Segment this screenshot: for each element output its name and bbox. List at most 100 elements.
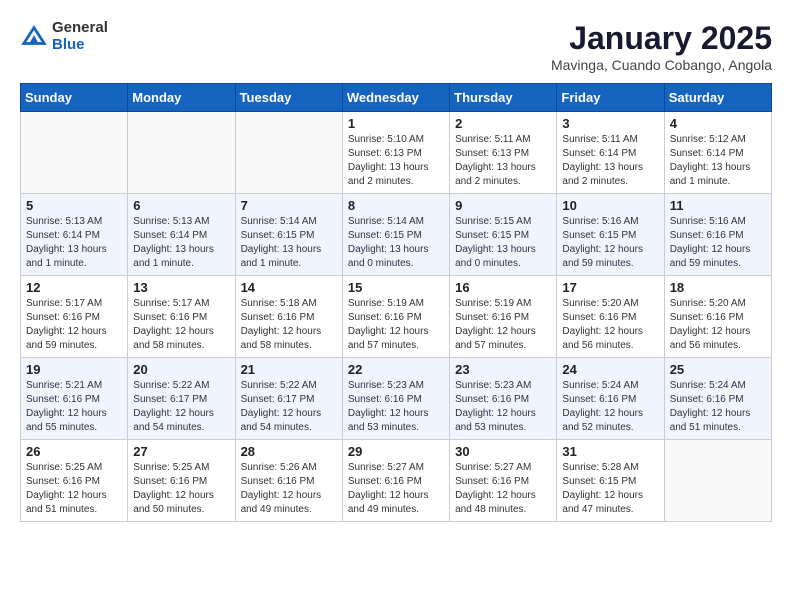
day-info: Sunrise: 5:17 AMSunset: 6:16 PMDaylight:…: [133, 297, 229, 353]
weekday-header-thursday: Thursday: [450, 84, 557, 112]
calendar-day-cell: [235, 112, 342, 194]
location-text: Mavinga, Cuando Cobango, Angola: [551, 57, 772, 73]
calendar-day-cell: 29 Sunrise: 5:27 AMSunset: 6:16 PMDayligh…: [342, 440, 449, 522]
day-number: 5: [26, 198, 122, 213]
month-title: January 2025: [551, 20, 772, 57]
weekday-header-tuesday: Tuesday: [235, 84, 342, 112]
day-info: Sunrise: 5:15 AMSunset: 6:15 PMDaylight:…: [455, 215, 551, 271]
logo-general-text: General: [52, 20, 108, 37]
day-info: Sunrise: 5:13 AMSunset: 6:14 PMDaylight:…: [26, 215, 122, 271]
calendar-day-cell: 22 Sunrise: 5:23 AMSunset: 6:16 PMDayligh…: [342, 358, 449, 440]
calendar-day-cell: 8 Sunrise: 5:14 AMSunset: 6:15 PMDaylight…: [342, 194, 449, 276]
calendar-day-cell: 24 Sunrise: 5:24 AMSunset: 6:16 PMDayligh…: [557, 358, 664, 440]
day-info: Sunrise: 5:21 AMSunset: 6:16 PMDaylight:…: [26, 379, 122, 435]
day-info: Sunrise: 5:25 AMSunset: 6:16 PMDaylight:…: [26, 461, 122, 517]
calendar-day-cell: 20 Sunrise: 5:22 AMSunset: 6:17 PMDayligh…: [128, 358, 235, 440]
day-number: 24: [562, 362, 658, 377]
calendar-day-cell: 23 Sunrise: 5:23 AMSunset: 6:16 PMDayligh…: [450, 358, 557, 440]
logo: General Blue: [20, 20, 108, 53]
day-info: Sunrise: 5:11 AMSunset: 6:13 PMDaylight:…: [455, 133, 551, 189]
day-info: Sunrise: 5:27 AMSunset: 6:16 PMDaylight:…: [455, 461, 551, 517]
day-number: 30: [455, 444, 551, 459]
day-info: Sunrise: 5:22 AMSunset: 6:17 PMDaylight:…: [241, 379, 337, 435]
weekday-header-row: SundayMondayTuesdayWednesdayThursdayFrid…: [21, 84, 772, 112]
day-info: Sunrise: 5:14 AMSunset: 6:15 PMDaylight:…: [348, 215, 444, 271]
day-info: Sunrise: 5:20 AMSunset: 6:16 PMDaylight:…: [670, 297, 766, 353]
logo-icon: [20, 23, 48, 51]
logo-text: General Blue: [52, 20, 108, 53]
day-info: Sunrise: 5:11 AMSunset: 6:14 PMDaylight:…: [562, 133, 658, 189]
day-number: 21: [241, 362, 337, 377]
day-info: Sunrise: 5:10 AMSunset: 6:13 PMDaylight:…: [348, 133, 444, 189]
day-number: 1: [348, 116, 444, 131]
day-number: 29: [348, 444, 444, 459]
calendar-day-cell: 2 Sunrise: 5:11 AMSunset: 6:13 PMDaylight…: [450, 112, 557, 194]
calendar-day-cell: 1 Sunrise: 5:10 AMSunset: 6:13 PMDaylight…: [342, 112, 449, 194]
day-number: 15: [348, 280, 444, 295]
calendar-day-cell: 13Sunrise: 5:17 AMSunset: 6:16 PMDayligh…: [128, 276, 235, 358]
weekday-header-monday: Monday: [128, 84, 235, 112]
day-number: 11: [670, 198, 766, 213]
calendar-week-row: 1 Sunrise: 5:10 AMSunset: 6:13 PMDaylight…: [21, 112, 772, 194]
day-number: 14: [241, 280, 337, 295]
day-number: 6: [133, 198, 229, 213]
day-info: Sunrise: 5:25 AMSunset: 6:16 PMDaylight:…: [133, 461, 229, 517]
calendar-day-cell: [128, 112, 235, 194]
calendar-day-cell: [664, 440, 771, 522]
calendar-day-cell: 17Sunrise: 5:20 AMSunset: 6:16 PMDayligh…: [557, 276, 664, 358]
calendar-day-cell: 15 Sunrise: 5:19 AMSunset: 6:16 PMDayligh…: [342, 276, 449, 358]
day-info: Sunrise: 5:17 AMSunset: 6:16 PMDaylight:…: [26, 297, 122, 353]
day-number: 27: [133, 444, 229, 459]
calendar-day-cell: 3 Sunrise: 5:11 AMSunset: 6:14 PMDaylight…: [557, 112, 664, 194]
day-number: 8: [348, 198, 444, 213]
day-number: 9: [455, 198, 551, 213]
calendar-week-row: 12 Sunrise: 5:17 AMSunset: 6:16 PMDayligh…: [21, 276, 772, 358]
calendar-day-cell: 27 Sunrise: 5:25 AMSunset: 6:16 PMDayligh…: [128, 440, 235, 522]
day-number: 22: [348, 362, 444, 377]
calendar-day-cell: 10 Sunrise: 5:16 AMSunset: 6:15 PMDayligh…: [557, 194, 664, 276]
calendar-day-cell: 19 Sunrise: 5:21 AMSunset: 6:16 PMDayligh…: [21, 358, 128, 440]
calendar-day-cell: 6 Sunrise: 5:13 AMSunset: 6:14 PMDaylight…: [128, 194, 235, 276]
day-number: 12: [26, 280, 122, 295]
calendar-day-cell: 4 Sunrise: 5:12 AMSunset: 6:14 PMDaylight…: [664, 112, 771, 194]
day-info: Sunrise: 5:27 AMSunset: 6:16 PMDaylight:…: [348, 461, 444, 517]
day-info: Sunrise: 5:19 AMSunset: 6:16 PMDaylight:…: [348, 297, 444, 353]
calendar-day-cell: 5 Sunrise: 5:13 AMSunset: 6:14 PMDaylight…: [21, 194, 128, 276]
day-number: 7: [241, 198, 337, 213]
day-number: 20: [133, 362, 229, 377]
calendar-day-cell: 21 Sunrise: 5:22 AMSunset: 6:17 PMDayligh…: [235, 358, 342, 440]
day-info: Sunrise: 5:13 AMSunset: 6:14 PMDaylight:…: [133, 215, 229, 271]
day-info: Sunrise: 5:26 AMSunset: 6:16 PMDaylight:…: [241, 461, 337, 517]
day-info: Sunrise: 5:16 AMSunset: 6:15 PMDaylight:…: [562, 215, 658, 271]
day-info: Sunrise: 5:12 AMSunset: 6:14 PMDaylight:…: [670, 133, 766, 189]
weekday-header-sunday: Sunday: [21, 84, 128, 112]
calendar-day-cell: 18 Sunrise: 5:20 AMSunset: 6:16 PMDayligh…: [664, 276, 771, 358]
day-number: 23: [455, 362, 551, 377]
day-number: 3: [562, 116, 658, 131]
day-info: Sunrise: 5:28 AMSunset: 6:15 PMDaylight:…: [562, 461, 658, 517]
logo-blue-text: Blue: [52, 37, 108, 54]
day-info: Sunrise: 5:23 AMSunset: 6:16 PMDaylight:…: [348, 379, 444, 435]
day-info: Sunrise: 5:20 AMSunset: 6:16 PMDaylight:…: [562, 297, 658, 353]
calendar-day-cell: [21, 112, 128, 194]
day-number: 25: [670, 362, 766, 377]
calendar-day-cell: 9 Sunrise: 5:15 AMSunset: 6:15 PMDaylight…: [450, 194, 557, 276]
title-block: January 2025 Mavinga, Cuando Cobango, An…: [551, 20, 772, 73]
day-info: Sunrise: 5:23 AMSunset: 6:16 PMDaylight:…: [455, 379, 551, 435]
day-number: 10: [562, 198, 658, 213]
day-info: Sunrise: 5:24 AMSunset: 6:16 PMDaylight:…: [562, 379, 658, 435]
calendar-day-cell: 26Sunrise: 5:25 AMSunset: 6:16 PMDayligh…: [21, 440, 128, 522]
calendar-day-cell: 7 Sunrise: 5:14 AMSunset: 6:15 PMDaylight…: [235, 194, 342, 276]
day-number: 18: [670, 280, 766, 295]
day-number: 28: [241, 444, 337, 459]
calendar-day-cell: 31Sunrise: 5:28 AMSunset: 6:15 PMDayligh…: [557, 440, 664, 522]
day-number: 19: [26, 362, 122, 377]
weekday-header-wednesday: Wednesday: [342, 84, 449, 112]
day-number: 2: [455, 116, 551, 131]
day-info: Sunrise: 5:14 AMSunset: 6:15 PMDaylight:…: [241, 215, 337, 271]
day-info: Sunrise: 5:22 AMSunset: 6:17 PMDaylight:…: [133, 379, 229, 435]
day-number: 4: [670, 116, 766, 131]
calendar-week-row: 5 Sunrise: 5:13 AMSunset: 6:14 PMDaylight…: [21, 194, 772, 276]
day-info: Sunrise: 5:16 AMSunset: 6:16 PMDaylight:…: [670, 215, 766, 271]
calendar-day-cell: 30 Sunrise: 5:27 AMSunset: 6:16 PMDayligh…: [450, 440, 557, 522]
